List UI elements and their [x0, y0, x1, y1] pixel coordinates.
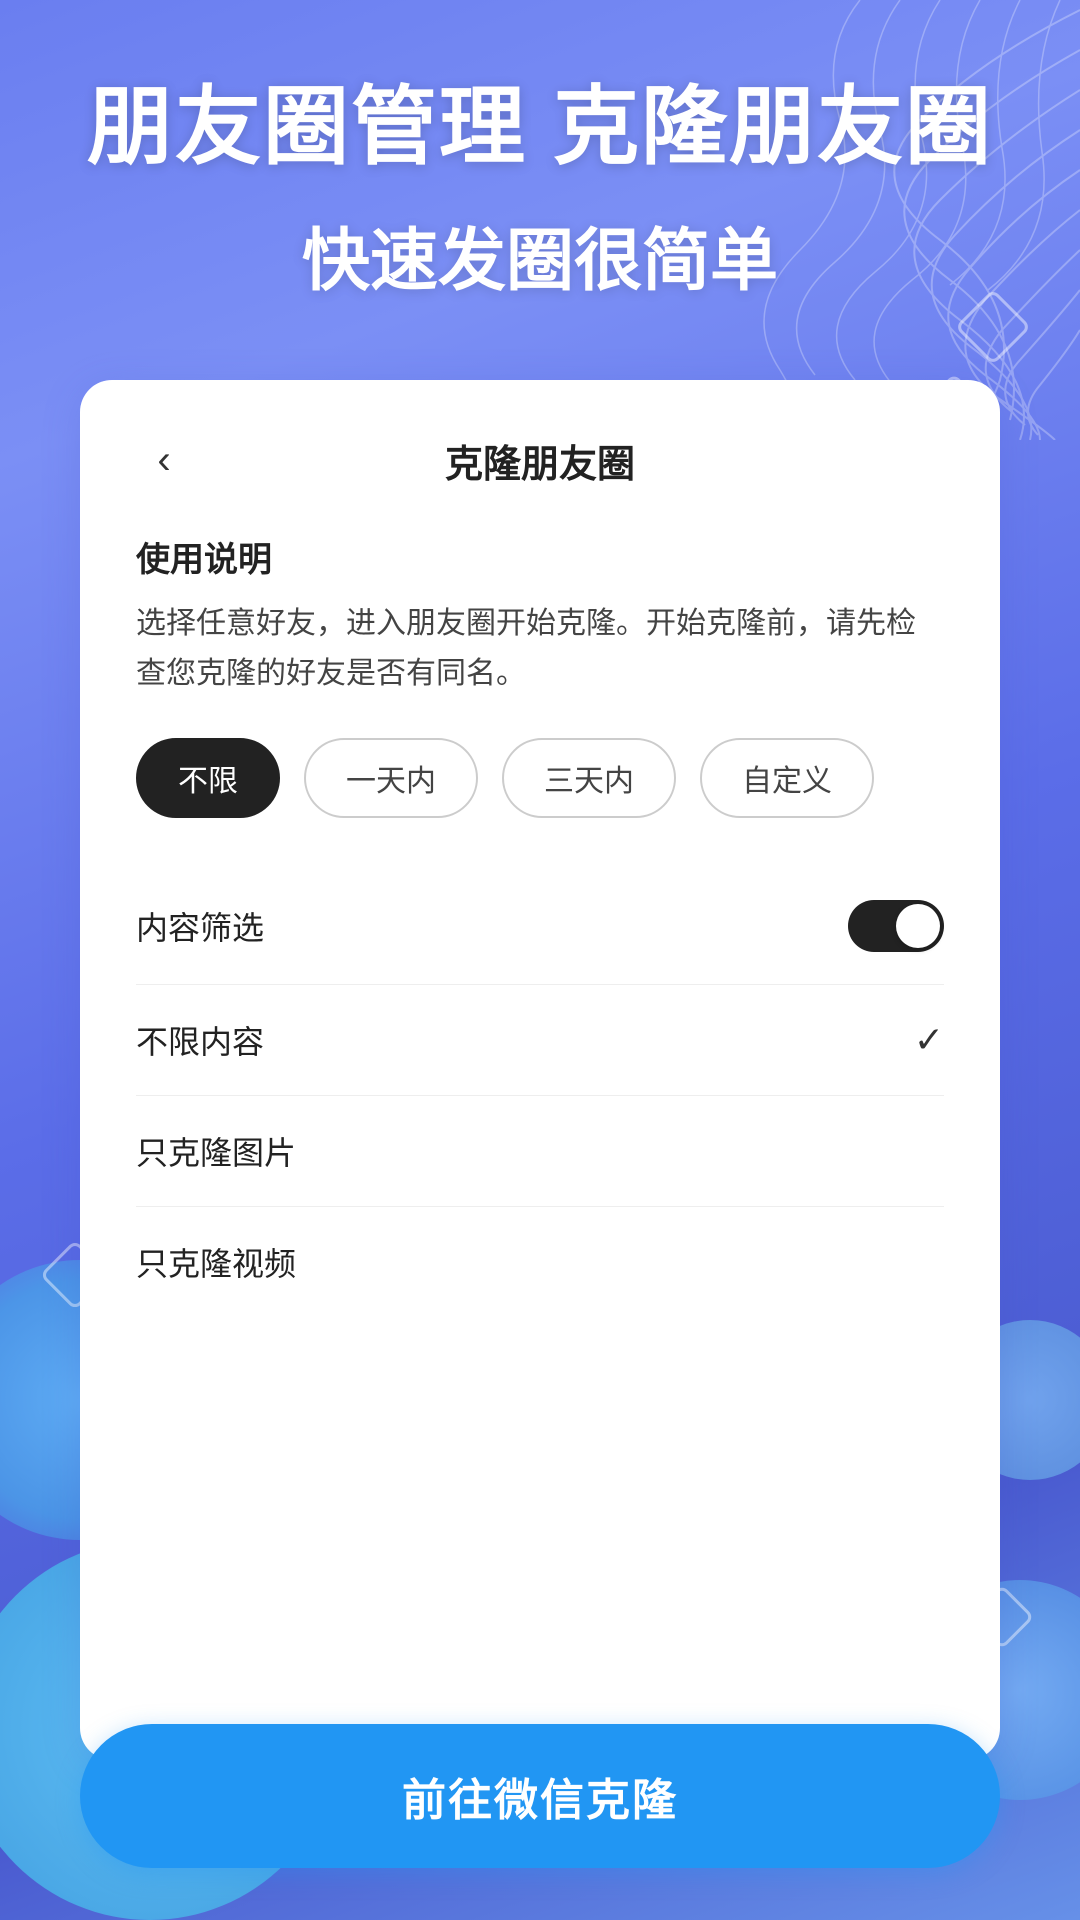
option-no-limit[interactable]: 不限内容 ✓ — [136, 985, 944, 1096]
option-no-limit-label: 不限内容 — [136, 1017, 264, 1063]
main-card: ‹ 克隆朋友圈 使用说明 选择任意好友，进入朋友圈开始克隆。开始克隆前，请先检查… — [80, 380, 1000, 1760]
option-videos-label: 只克隆视频 — [136, 1239, 296, 1285]
content-filter-section: 内容筛选 不限内容 ✓ 只克隆图片 只克隆视频 — [136, 868, 944, 1704]
time-filter-row: 不限 一天内 三天内 自定义 — [136, 738, 944, 818]
card-header: ‹ 克隆朋友圈 — [136, 432, 944, 488]
content-filter-toggle[interactable] — [848, 900, 944, 952]
content-filter-row: 内容筛选 — [136, 868, 944, 985]
header-section: 朋友圈管理 克隆朋友圈 快速发圈很简单 — [0, 80, 1080, 304]
filter-btn-three-days[interactable]: 三天内 — [502, 738, 676, 818]
filter-btn-no-limit[interactable]: 不限 — [136, 738, 280, 818]
page-title-line2: 快速发圈很简单 — [60, 205, 1020, 304]
toggle-knob — [896, 904, 940, 948]
bottom-button-wrap: 前往微信克隆 — [80, 1724, 1000, 1868]
option-images-label: 只克隆图片 — [136, 1128, 296, 1174]
go-wechat-button[interactable]: 前往微信克隆 — [80, 1724, 1000, 1868]
back-button[interactable]: ‹ — [136, 432, 192, 488]
instructions-title: 使用说明 — [136, 532, 944, 581]
option-videos-only[interactable]: 只克隆视频 — [136, 1207, 944, 1317]
content-filter-label: 内容筛选 — [136, 903, 264, 949]
card-title: 克隆朋友圈 — [192, 433, 888, 488]
filter-btn-custom[interactable]: 自定义 — [700, 738, 874, 818]
page-title-line1: 朋友圈管理 克隆朋友圈 — [60, 80, 1020, 175]
instructions-desc: 选择任意好友，进入朋友圈开始克隆。开始克隆前，请先检查您克隆的好友是否有同名。 — [136, 599, 944, 698]
checkmark-icon: ✓ — [914, 1019, 944, 1061]
option-images-only[interactable]: 只克隆图片 — [136, 1096, 944, 1207]
filter-btn-one-day[interactable]: 一天内 — [304, 738, 478, 818]
